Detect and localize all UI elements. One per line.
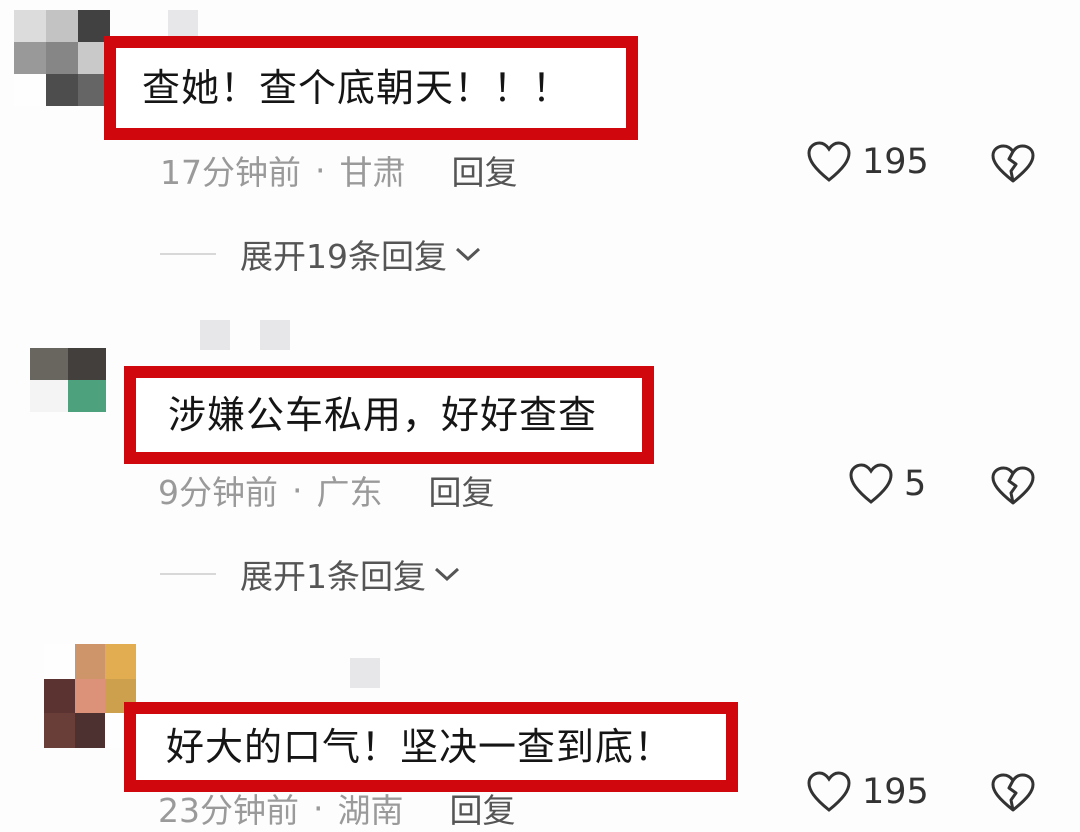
- expand-replies-button[interactable]: 展开19条回复: [160, 230, 483, 278]
- divider-line: [160, 253, 216, 255]
- comment-time: 9分钟前: [158, 473, 278, 512]
- comment-time: 17分钟前: [160, 153, 301, 192]
- username-blurred[interactable]: [350, 658, 380, 688]
- comment-location: 广东: [316, 473, 383, 512]
- comment-meta: 9分钟前 · 广东 回复: [158, 466, 495, 514]
- broken-heart-icon[interactable]: [990, 465, 1036, 507]
- avatar[interactable]: [44, 644, 136, 748]
- heart-outline-icon: [849, 463, 893, 504]
- like-button[interactable]: 195: [806, 770, 929, 814]
- username-blurred[interactable]: [200, 320, 290, 350]
- comment-text: 涉嫌公车私用，好好查查: [168, 393, 598, 437]
- like-button[interactable]: 195: [806, 140, 929, 184]
- expand-replies-label: 展开1条回复: [240, 557, 426, 596]
- like-button[interactable]: 5: [848, 462, 926, 506]
- comment-time: 23分钟前: [158, 791, 299, 830]
- reply-button[interactable]: 回复: [452, 146, 518, 194]
- reply-button[interactable]: 回复: [450, 784, 516, 832]
- chevron-down-icon: [455, 247, 481, 262]
- broken-heart-icon[interactable]: [990, 772, 1036, 814]
- heart-outline-icon: [807, 141, 851, 182]
- meta-separator: ·: [292, 470, 303, 510]
- heart-outline-icon: [807, 771, 851, 812]
- meta-separator: ·: [313, 788, 324, 828]
- comment-text: 查她！查个底朝天！！！: [142, 66, 572, 110]
- comment-content-highlight: 涉嫌公车私用，好好查查: [124, 366, 654, 464]
- comment-location: 甘肃: [339, 153, 406, 192]
- like-count: 195: [862, 142, 929, 182]
- comment-content-highlight: 查她！查个底朝天！！！: [104, 36, 638, 140]
- reply-button[interactable]: 回复: [429, 466, 495, 514]
- expand-replies-button[interactable]: 展开1条回复: [160, 550, 462, 598]
- comment-item: 涉嫌公车私用，好好查查 9分钟前 · 广东 回复 5 展开1条回复: [0, 300, 1080, 620]
- avatar[interactable]: [14, 10, 110, 106]
- chevron-down-icon: [434, 567, 460, 582]
- like-count: 5: [904, 464, 927, 504]
- divider-line: [160, 573, 216, 575]
- comment-item: 查她！查个底朝天！！！ 17分钟前 · 甘肃 回复 195 展开19条回复: [0, 0, 1080, 300]
- comment-meta: 23分钟前 · 湖南 回复: [158, 784, 516, 832]
- comment-location: 湖南: [337, 791, 404, 830]
- like-count: 195: [862, 772, 929, 812]
- meta-separator: ·: [315, 150, 326, 190]
- comment-content-highlight: 好大的口气！坚决一查到底！: [124, 702, 738, 792]
- comment-meta: 17分钟前 · 甘肃 回复: [160, 146, 518, 194]
- comment-text: 好大的口气！坚决一查到底！: [166, 725, 674, 769]
- expand-replies-label: 展开19条回复: [240, 237, 447, 276]
- avatar[interactable]: [30, 348, 106, 412]
- broken-heart-icon[interactable]: [990, 143, 1036, 185]
- comment-item: 好大的口气！坚决一查到底！ 23分钟前 · 湖南 回复 195: [0, 620, 1080, 830]
